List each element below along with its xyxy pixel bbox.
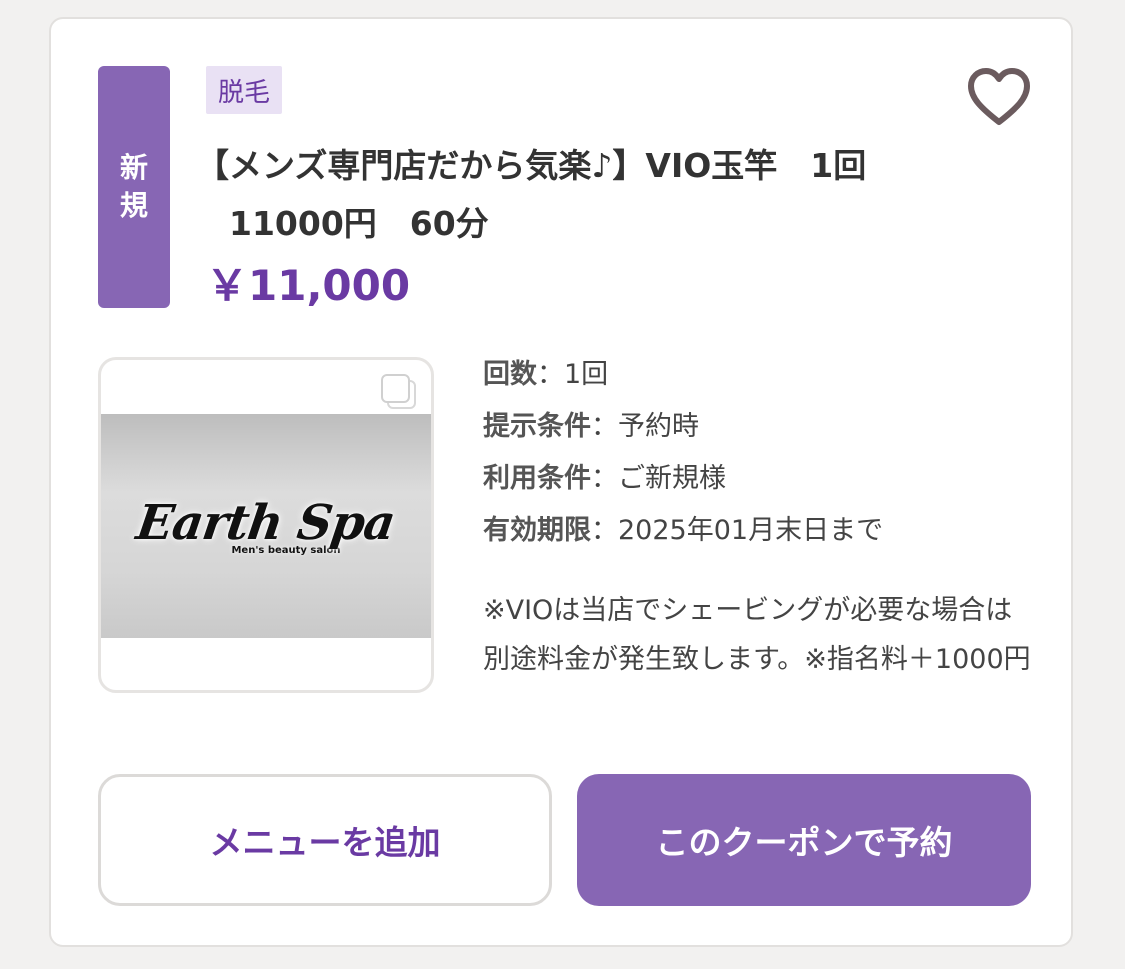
- new-badge: 新 規: [98, 66, 170, 308]
- detail-separator: ：: [537, 359, 564, 390]
- coupon-price: ￥11,000: [206, 261, 411, 310]
- detail-value: 2025年01月末日まで: [618, 515, 884, 546]
- detail-row: 利用条件 ： ご新規様: [483, 453, 883, 505]
- detail-separator: ：: [591, 463, 618, 494]
- detail-label: 利用条件: [483, 463, 591, 494]
- heart-outline-icon: [968, 68, 1030, 125]
- coupon-note: ※VIOは当店でシェービングが必要な場合は別途料金が発生致します。※指名料＋10…: [483, 595, 1031, 675]
- salon-logo-text: Earth Spa: [133, 494, 399, 551]
- stacked-squares-icon: [381, 374, 416, 409]
- new-badge-char-1: 新: [119, 151, 148, 184]
- coupon-card: 新 規 脱毛 【メンズ専門店だから気楽♪】VIO玉竿 1回 11000円 60分…: [49, 17, 1073, 947]
- add-menu-button[interactable]: メニューを追加: [98, 774, 552, 906]
- salon-photo: Earth Spa Men's beauty salon: [101, 414, 431, 638]
- detail-row: 有効期限 ： 2025年01月末日まで: [483, 505, 883, 557]
- detail-value: 1回: [564, 359, 609, 390]
- detail-row: 回数 ： 1回: [483, 349, 883, 401]
- detail-separator: ：: [591, 411, 618, 442]
- coupon-title-line-1: 【メンズ専門店だから気楽♪】VIO玉竿 1回: [196, 146, 867, 185]
- new-badge-char-2: 規: [119, 189, 148, 222]
- detail-row: 提示条件 ： 予約時: [483, 401, 883, 453]
- reserve-with-coupon-button[interactable]: このクーポンで予約: [577, 774, 1031, 906]
- detail-label: 提示条件: [483, 411, 591, 442]
- coupon-image[interactable]: Earth Spa Men's beauty salon: [98, 357, 434, 693]
- detail-label: 回数: [483, 359, 537, 390]
- coupon-title-line-2: 11000円 60分: [196, 204, 489, 243]
- coupon-details: 回数 ： 1回 提示条件 ： 予約時 利用条件 ： ご新規様 有効期限 ： 20…: [483, 349, 883, 557]
- coupon-title: 【メンズ専門店だから気楽♪】VIO玉竿 1回 11000円 60分: [196, 137, 956, 253]
- favorite-button[interactable]: [964, 64, 1034, 130]
- detail-value: ご新規様: [618, 463, 726, 494]
- detail-label: 有効期限: [483, 515, 591, 546]
- detail-value: 予約時: [618, 411, 699, 442]
- category-tag: 脱毛: [206, 66, 283, 114]
- detail-separator: ：: [591, 515, 618, 546]
